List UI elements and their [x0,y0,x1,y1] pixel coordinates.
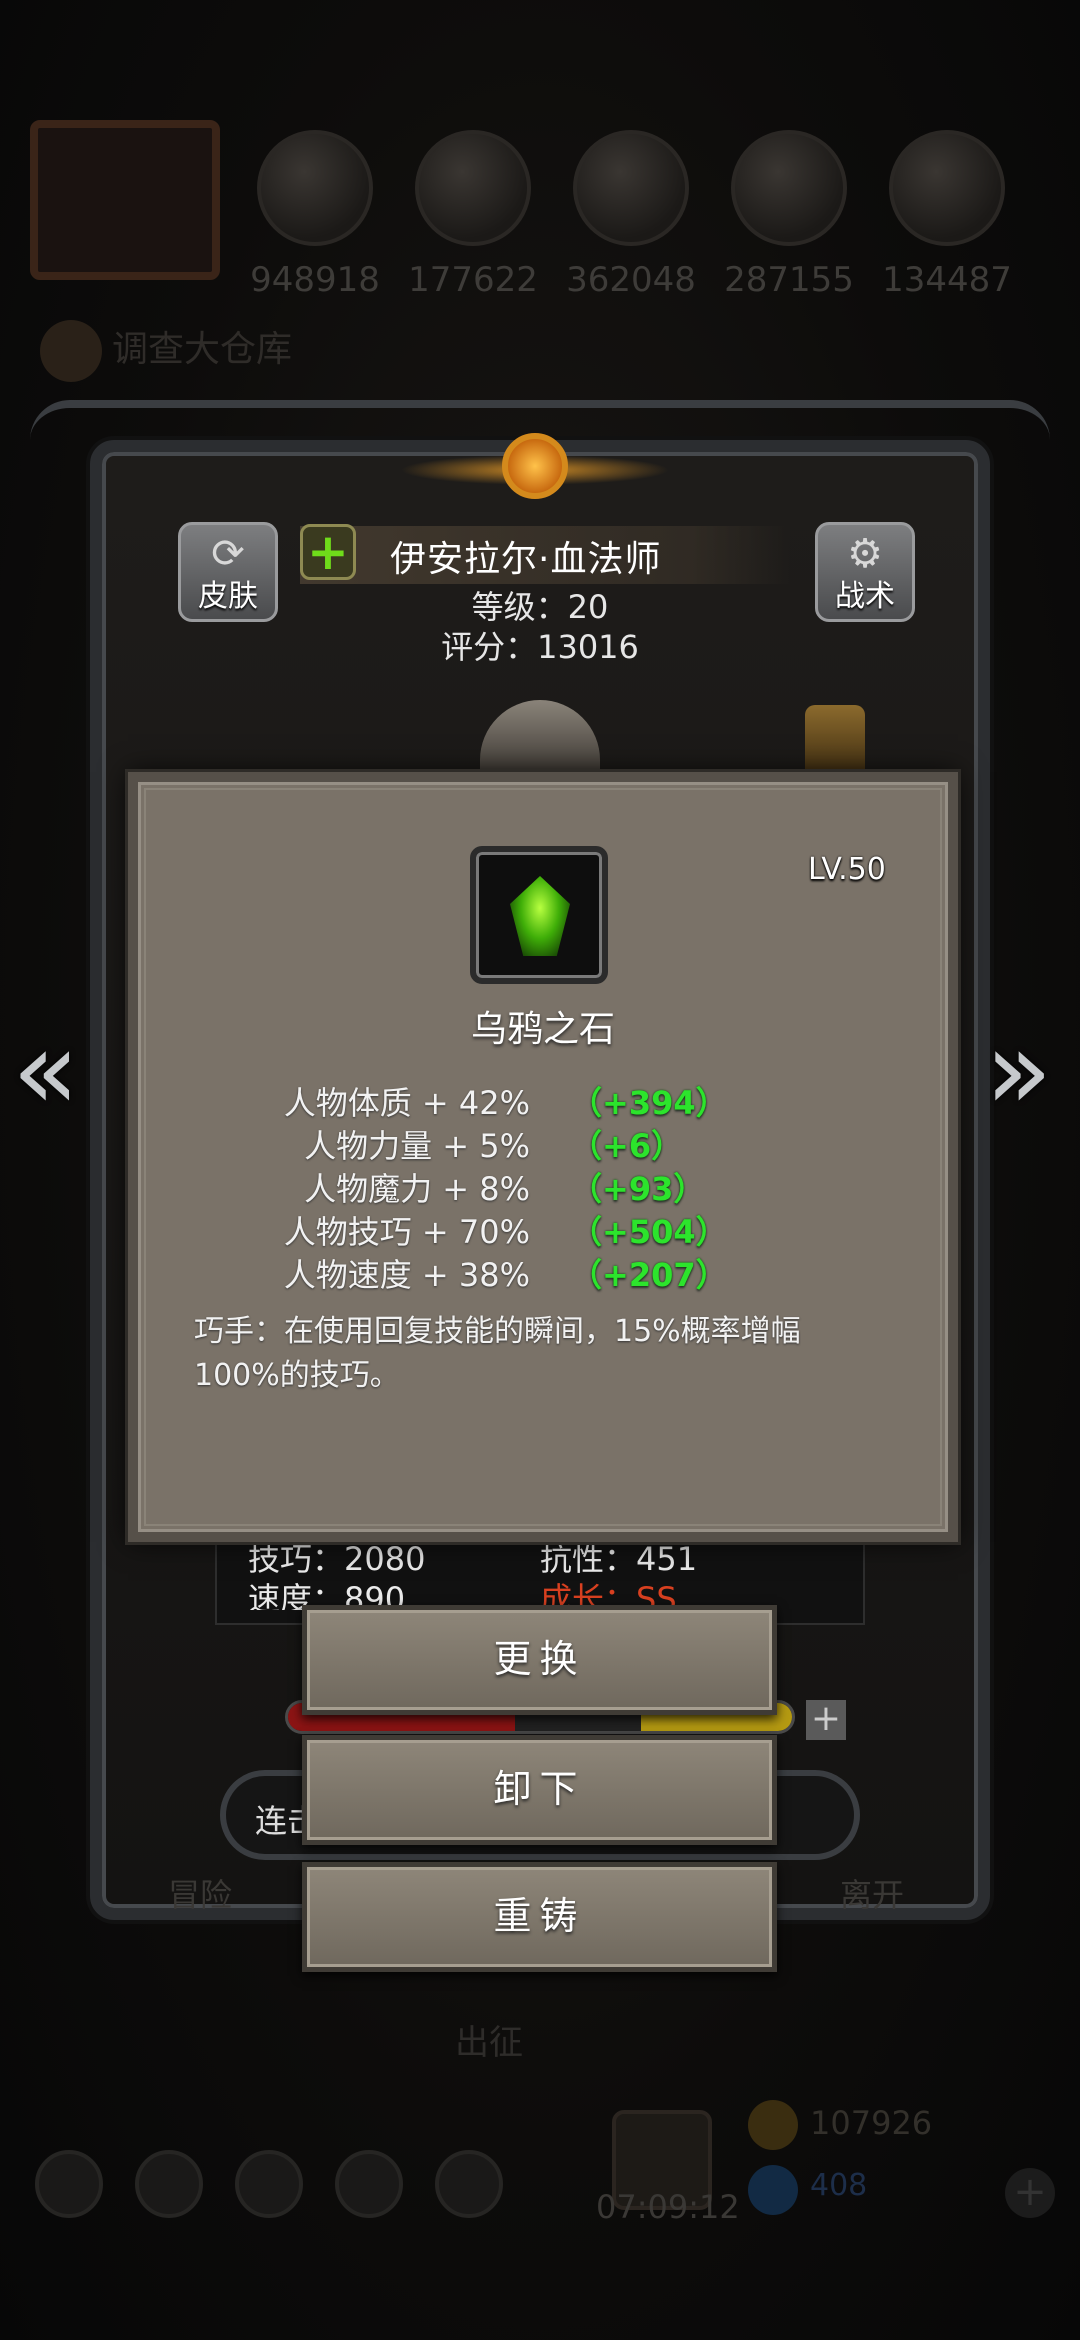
skin-label: 皮肤 [198,579,258,614]
quest-icon[interactable] [335,2150,403,2218]
background-task: 调查大仓库 [40,320,292,382]
next-hero-arrow-icon[interactable]: » [985,1015,1052,1125]
add-icon[interactable]: + [300,524,356,580]
gold-coin-icon [748,2100,798,2150]
gold-amount: 107926 [810,2104,933,2142]
resource-value: 287155 [724,260,854,300]
attribute-label: 人物力量 + 5% [304,1127,530,1165]
resource-iron: 362048 [566,130,696,300]
hero-score: 评分：13016 [441,628,639,666]
add-currency-icon[interactable]: + [1005,2168,1055,2218]
leather-icon [889,130,1005,246]
resource-food: 948918 [250,130,380,300]
hero-name: 伊安拉尔·血法师 [390,539,662,580]
tab-leave[interactable]: 离开 [840,1870,904,1916]
resource-value: 177622 [408,260,538,300]
item-description: 巧手：在使用回复技能的瞬间，15%概率增幅100%的技巧。 [194,1314,801,1393]
add-energy-icon[interactable]: + [806,1700,846,1740]
attribute-bonus: （+394） [570,1084,728,1122]
attribute-row: 人物体质 + 42% （+394） [128,1078,958,1122]
attribute-bonus: （+504） [570,1213,728,1251]
depart-button[interactable]: 出征 [455,2015,523,2064]
previous-hero-arrow-icon[interactable]: « [12,1015,79,1125]
attribute-label: 人物技巧 + 70% [283,1213,530,1251]
change-button[interactable]: 更换 [302,1605,777,1715]
unequip-button[interactable]: 卸下 [302,1735,777,1845]
attribute-row: 人物技巧 + 70% （+504） [128,1207,958,1251]
hero-list-icon[interactable] [135,2150,203,2218]
item-name: 乌鸦之石 [470,1009,615,1050]
tactic-button[interactable]: ⚙ 战术 [815,522,915,622]
resource-value: 362048 [566,260,696,300]
attribute-row: 人物速度 + 38% （+207） [128,1250,958,1294]
attribute-label: 人物速度 + 38% [283,1256,530,1294]
hero-portrait-frame[interactable] [30,120,220,280]
reforge-button[interactable]: 重铸 [302,1862,777,1972]
item-icon [470,846,608,984]
resource-wood: 177622 [408,130,538,300]
resource-row: 948918 177622 362048 287155 134487 [250,130,1070,300]
skin-button[interactable]: ⟳ 皮肤 [178,522,278,622]
attribute-row: 人物魔力 + 8% （+93） [128,1164,958,1208]
gem-amount: 408 [810,2168,868,2203]
attribute-label: 人物魔力 + 8% [304,1170,530,1208]
gem-icon [748,2165,798,2215]
resource-crystal: 287155 [724,130,854,300]
attribute-label: 人物体质 + 42% [283,1084,530,1122]
chest-timer: 07:09:12 [596,2188,740,2226]
task-label: 调查大仓库 [112,329,293,370]
crystal-icon [731,130,847,246]
weapon-model [805,705,865,780]
shop-icon[interactable] [435,2150,503,2218]
resource-value: 948918 [250,260,380,300]
green-gem-icon [510,876,570,956]
bag-icon[interactable] [235,2150,303,2218]
iron-icon [573,130,689,246]
food-icon [257,130,373,246]
attribute-bonus: （+207） [570,1256,728,1294]
attribute-bonus: （+93） [570,1170,706,1208]
refresh-icon: ⟳ [211,531,245,577]
emblem-icon [400,425,670,515]
gear-icon: ⚙ [847,531,883,577]
item-level: LV.50 [808,852,886,887]
tactic-label: 战术 [835,579,895,614]
wood-icon [415,130,531,246]
attribute-row: 人物力量 + 5% （+6） [128,1121,958,1165]
attribute-bonus: （+6） [570,1127,684,1165]
tab-adventure[interactable]: 冒险 [168,1870,232,1916]
task-icon [40,320,102,382]
resource-value: 134487 [882,260,1012,300]
resource-leather: 134487 [882,130,1012,300]
menu-icon[interactable] [35,2150,103,2218]
